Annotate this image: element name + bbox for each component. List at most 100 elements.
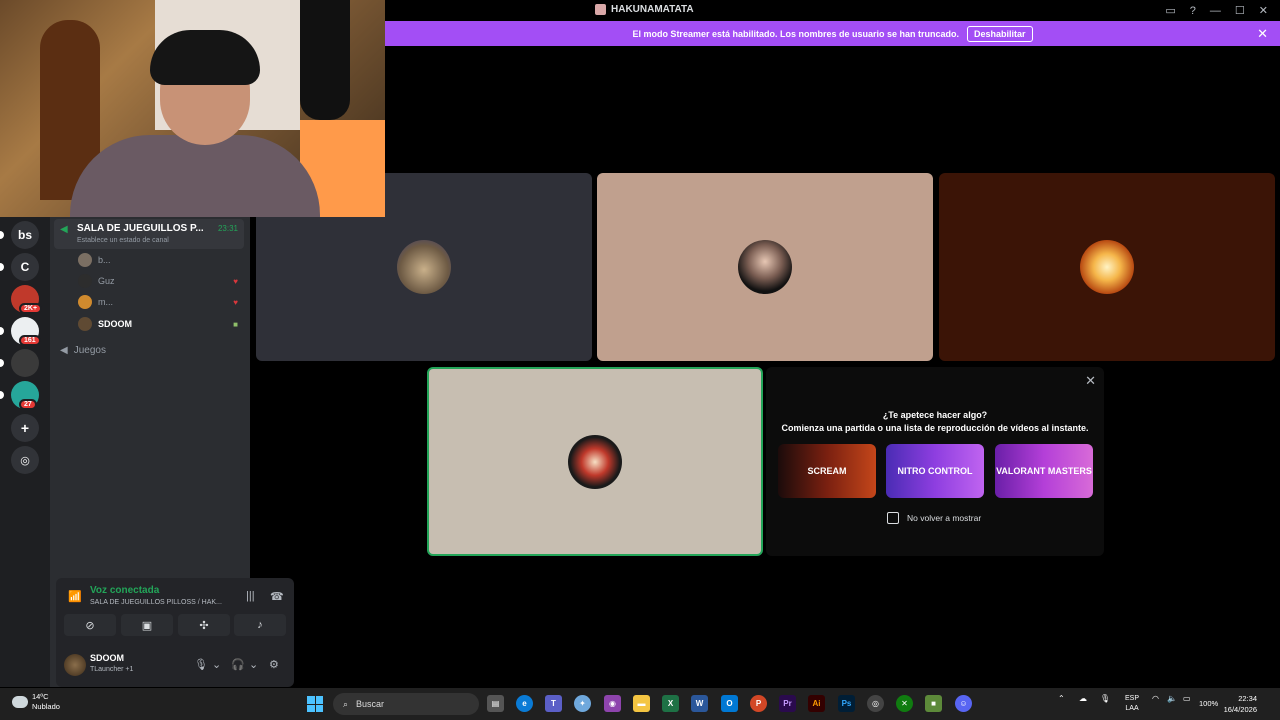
minecraft-icon[interactable]: ■ [925,695,942,712]
noise-suppression-icon[interactable]: ||| [246,590,255,602]
avatar[interactable] [64,654,86,676]
activity-card-scream[interactable]: SCREAM [778,444,876,498]
participant-tile[interactable] [939,173,1275,361]
wifi-icon[interactable]: ◠ [1152,694,1159,703]
word-icon[interactable]: W [691,695,708,712]
self-status: TLauncher +1 [90,666,134,673]
close-icon[interactable]: ✕ [1085,373,1096,389]
banner-text: El modo Streamer está habilitado. Los no… [632,28,960,39]
voice-user-self[interactable]: SDOOM [78,316,132,332]
chevron-down-icon[interactable]: ⌄ [212,658,221,671]
server-unread-pill [0,359,4,367]
server-unread-pill [0,327,4,335]
activity-card-label: NITRO CONTROL [897,466,973,476]
camera-off-button[interactable]: ⊘ [64,614,116,636]
teams-icon[interactable]: T [545,695,562,712]
voice-connected-channel[interactable]: SALA DE JUEGUILLOS PILLOSS / HAK... [90,599,222,606]
deafened-icon: ♥ [233,298,238,307]
copilot-icon[interactable]: ✦ [574,695,591,712]
illustrator-icon[interactable]: Ai [808,695,825,712]
voice-channel-header[interactable]: ◀ SALA DE JUEGUILLOS P... 23:31 Establec… [54,219,244,249]
screen-share-button[interactable]: ▣ [121,614,173,636]
edge-icon[interactable]: e [516,695,533,712]
activities-button[interactable]: ✣ [178,614,230,636]
voice-user-name: Guz [98,276,115,286]
server-icon [595,4,606,15]
window-controls: ▭ ? — ☐ ✕ [1165,0,1280,21]
voice-user-name: b... [98,255,111,265]
chevron-down-icon[interactable]: ⌄ [249,658,258,671]
microphone-icon[interactable]: 🎙 [1100,694,1110,703]
dont-show-checkbox[interactable] [887,512,899,524]
server-unread-pill [0,391,4,399]
activity-card-label: VALORANT MASTERS [996,466,1092,476]
onedrive-icon[interactable]: ☁ [1079,694,1087,703]
voice-connected-label[interactable]: Voz conectada [90,585,159,596]
mention-badge: 2K+ [19,303,43,314]
task-view-icon[interactable]: ▤ [487,695,504,712]
channel-sidebar: ◀ SALA DE JUEGUILLOS P... 23:31 Establec… [50,217,294,687]
server-bs[interactable]: bs [11,221,39,249]
mention-badge: 27 [19,399,37,410]
voice-user[interactable]: m... [78,294,113,310]
promo-description: Comienza una partida o una lista de repr… [781,423,1089,433]
photoshop-icon[interactable]: Ps [838,695,855,712]
search-placeholder: Buscar [356,699,385,709]
battery-icon[interactable]: ▭ [1183,694,1191,703]
server-icon-3[interactable] [11,349,39,377]
language-indicator[interactable]: ESP LAA [1125,694,1139,714]
discord-icon[interactable]: ☺ [955,695,972,712]
settings-gear-icon[interactable]: ⚙ [269,658,279,671]
discover-icon[interactable]: ◎ [11,446,39,474]
avatar [78,274,92,288]
participant-tile-speaking[interactable] [427,367,763,556]
activity-card-valorant[interactable]: VALORANT MASTERS [995,444,1093,498]
powerpoint-icon[interactable]: P [750,695,767,712]
mention-badge: 161 [19,335,41,346]
volume-icon[interactable]: 🔈 [1167,694,1177,703]
banner-close-icon[interactable]: ✕ [1257,26,1268,42]
self-username[interactable]: SDOOM [90,653,124,663]
maximize-button[interactable]: ☐ [1235,4,1245,17]
headphones-icon[interactable]: 🎧 [231,658,245,671]
app-icon[interactable]: ◉ [604,695,621,712]
server-label: C [20,260,30,274]
voice-user[interactable]: b... [78,252,111,268]
microphone-icon[interactable]: 🎙 [194,658,208,671]
activity-icon: ■ [233,320,238,329]
disconnect-icon[interactable]: ☎ [270,590,284,603]
help-icon[interactable]: ? [1190,5,1196,17]
avatar [568,434,622,489]
dont-show-label[interactable]: No volver a mostrar [907,513,981,523]
activity-card-nitro-control[interactable]: NITRO CONTROL [886,444,984,498]
obs-icon[interactable]: ◎ [867,695,884,712]
chevron-up-icon[interactable]: ⌃ [1058,694,1065,703]
voice-channel-name: SALA DE JUEGUILLOS P... [77,223,204,234]
inbox-icon[interactable]: ▭ [1165,4,1175,17]
disable-streamer-button[interactable]: Deshabilitar [967,25,1033,42]
xbox-icon[interactable]: ✕ [896,695,913,712]
streamer-mode-banner: El modo Streamer está habilitado. Los no… [385,21,1280,46]
channel-status-prompt[interactable]: Establece un estado de canal [77,237,169,244]
voice-user[interactable]: Guz [78,273,115,289]
outlook-icon[interactable]: O [721,695,738,712]
weather-widget[interactable]: 14ºC Nublado [12,692,60,712]
excel-icon[interactable]: X [662,695,679,712]
participant-tile[interactable] [597,173,933,361]
close-window-button[interactable]: ✕ [1259,4,1268,17]
premiere-icon[interactable]: Pr [779,695,796,712]
clock[interactable]: 22:34 16/4/2026 [1224,693,1257,715]
soundboard-button[interactable]: ♪ [234,614,286,636]
activity-promo-panel: ✕ ¿Te apetece hacer algo? Comienza una p… [766,367,1104,556]
deafened-icon: ♥ [233,277,238,286]
start-button[interactable] [307,696,323,712]
add-server-icon[interactable]: + [11,414,39,442]
speaker-icon: ◀ [60,345,68,356]
search-icon: ⌕ [343,698,349,709]
taskbar-search[interactable]: ⌕ Buscar [333,693,479,715]
weather-temperature: 14ºC [32,692,49,701]
voice-channel-juegos[interactable]: ◀ Juegos [60,345,106,356]
file-explorer-icon[interactable]: ▬ [633,695,650,712]
minimize-button[interactable]: — [1210,5,1221,17]
server-c[interactable]: C [11,253,39,281]
